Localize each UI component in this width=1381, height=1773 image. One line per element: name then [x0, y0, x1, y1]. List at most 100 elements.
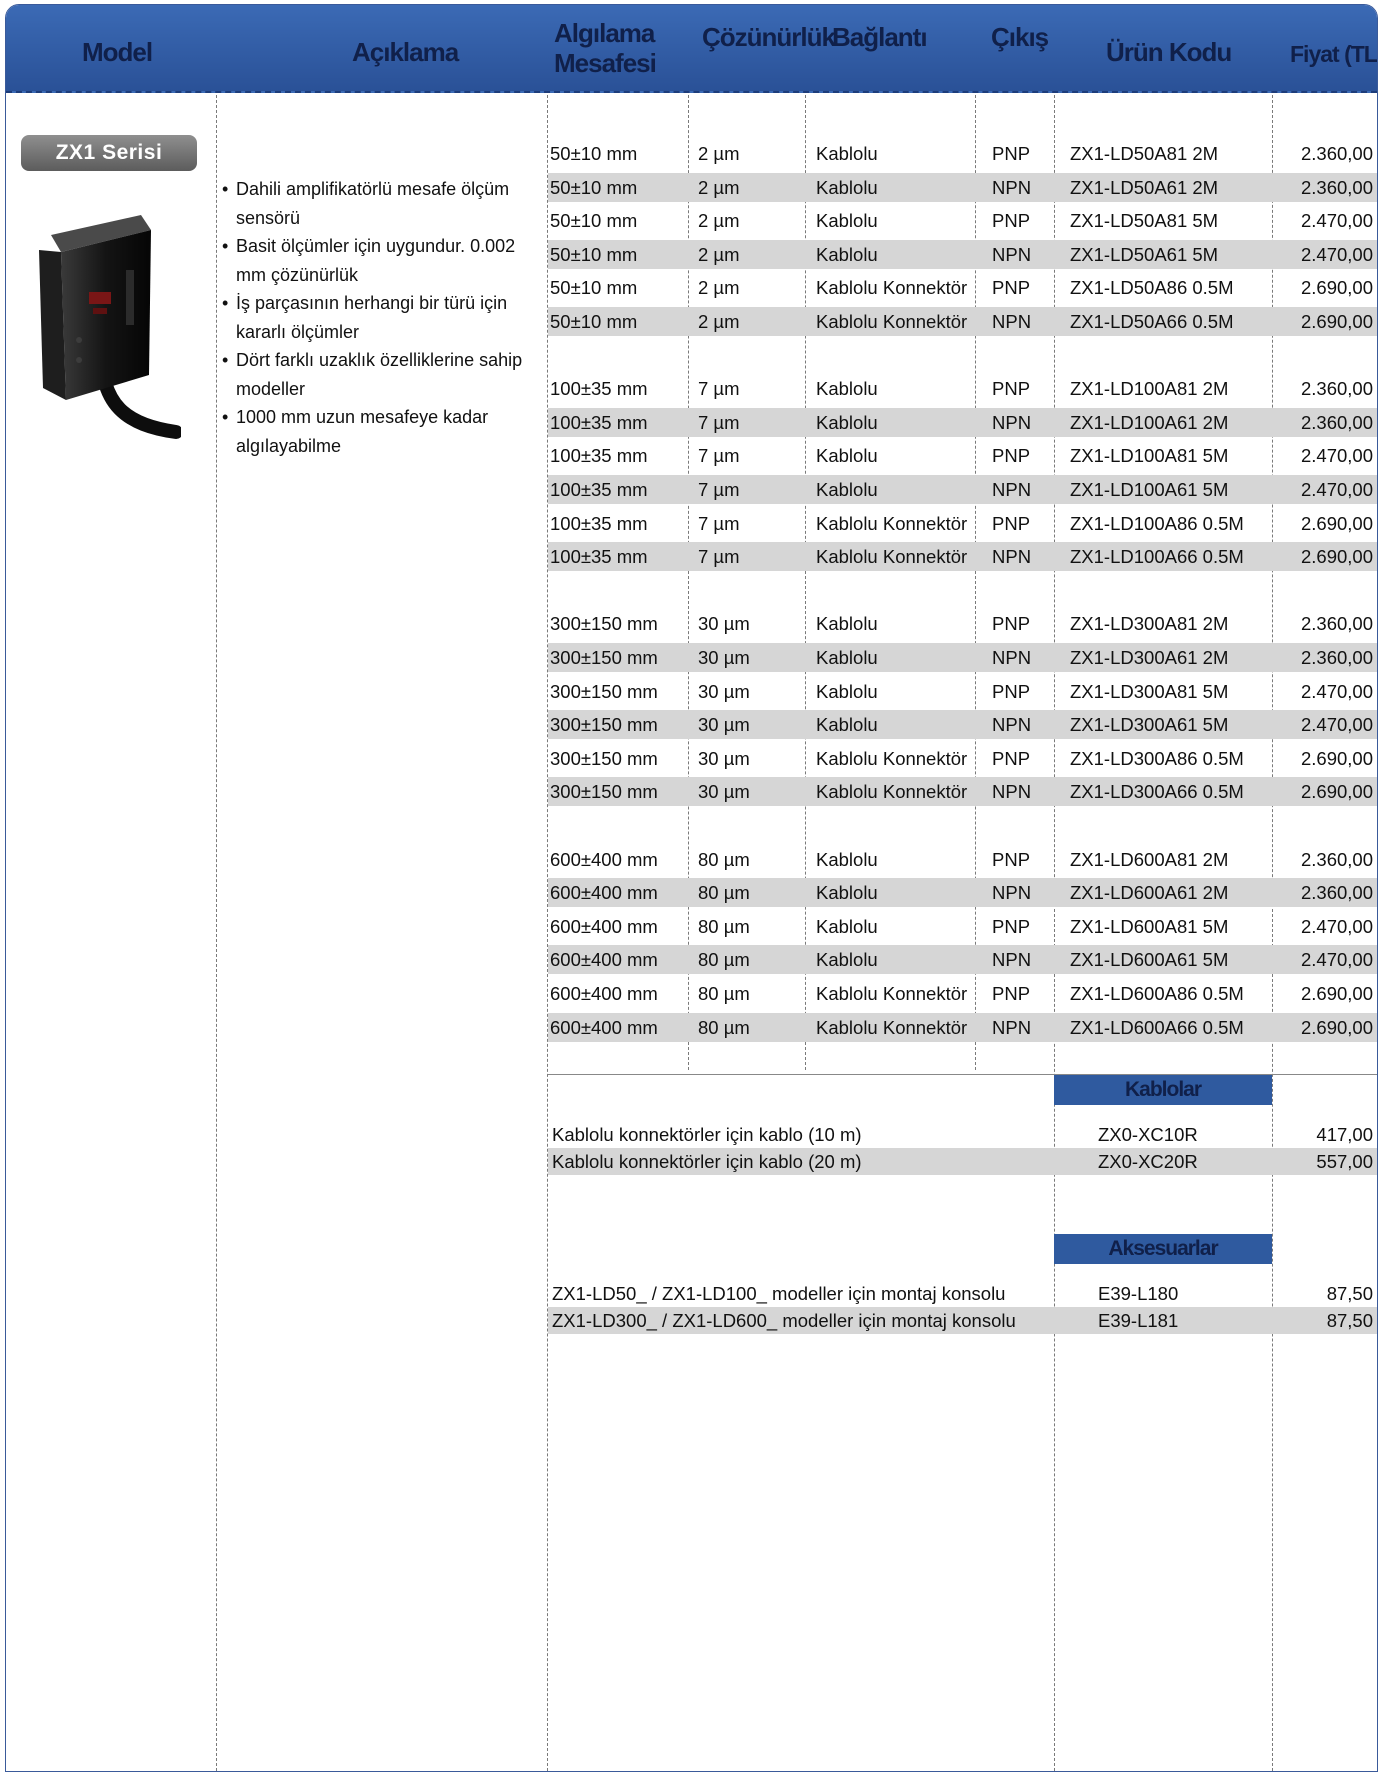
- cell-out: PNP: [992, 445, 1031, 467]
- cell-dist: 600±400 mm: [550, 949, 658, 971]
- header-algilama-line1: Algılama: [554, 18, 655, 48]
- cell-dist: 50±10 mm: [550, 311, 638, 332]
- cable-row: Kablolu konnektörler için kablo (20 m) Z…: [548, 1148, 1377, 1175]
- cell-code: ZX1-LD100A61 5M: [1070, 479, 1229, 500]
- table-row: 300±150 mm 30 µm Kablolu NPN ZX1-LD300A61 2M…: [548, 643, 1377, 672]
- cell-conn: Kablolu: [816, 848, 878, 870]
- series-badge: ZX1 Serisi: [21, 135, 197, 171]
- cell-code: ZX1-LD50A86 0.5M: [1070, 277, 1234, 299]
- cell-dist: 600±400 mm: [550, 848, 658, 870]
- cell-dist: 50±10 mm: [550, 210, 638, 232]
- cell-code: ZX1-LD300A86 0.5M: [1070, 747, 1244, 769]
- cell-code: ZX1-LD600A61 2M: [1070, 882, 1229, 904]
- cell-res: 80 µm: [698, 848, 750, 870]
- cell-price: 2.360,00: [1300, 848, 1373, 870]
- cell-res: 80 µm: [698, 983, 750, 1004]
- cell-out: PNP: [992, 143, 1031, 164]
- description-item: Basit ölçümler için uygundur. 0.002 mm ç…: [222, 232, 542, 289]
- cell-conn: Kablolu Konnektör: [816, 747, 968, 769]
- cables-section-title: Kablolar: [1054, 1075, 1272, 1105]
- cell-price: 2.360,00: [1300, 378, 1373, 400]
- cell-res: 2 µm: [698, 277, 740, 299]
- cell-res: 80 µm: [698, 949, 750, 971]
- table-row: 100±35 mm 7 µm Kablolu Konnektör NPN ZX1-LD1…: [548, 542, 1377, 572]
- cell-code: ZX1-LD50A61 2M: [1070, 176, 1219, 198]
- accessory-description: ZX1-LD300_ / ZX1-LD600_ modeller için mo…: [552, 1310, 1016, 1331]
- cell-dist: 300±150 mm: [550, 647, 658, 668]
- cell-dist: 50±10 mm: [550, 176, 638, 198]
- cell-conn: Kablolu Konnektör: [816, 983, 968, 1004]
- cell-res: 30 µm: [698, 680, 750, 702]
- cable-code: ZX0-XC10R: [1098, 1124, 1198, 1145]
- cell-res: 30 µm: [698, 747, 750, 769]
- column-divider-model: [216, 95, 217, 1771]
- cell-code: ZX1-LD50A61 5M: [1070, 243, 1219, 265]
- table-row: 600±400 mm 80 µm Kablolu Konnektör PNP ZX1-L…: [548, 979, 1377, 1008]
- cell-res: 7 µm: [698, 378, 740, 400]
- table-row: 50±10 mm 2 µm Kablolu NPN ZX1-LD50A61 5M 2.47…: [548, 239, 1377, 269]
- cell-out: PNP: [992, 277, 1031, 299]
- cell-code: ZX1-LD300A61 5M: [1070, 714, 1229, 736]
- cell-dist: 300±150 mm: [550, 781, 658, 803]
- cell-conn: Kablolu Konnektör: [816, 277, 968, 299]
- header-aciklama: Açıklama: [352, 37, 459, 67]
- cell-price: 2.470,00: [1300, 949, 1373, 971]
- cable-code: ZX0-XC20R: [1098, 1151, 1198, 1172]
- accessory-code: E39-L181: [1098, 1310, 1179, 1331]
- cell-code: ZX1-LD600A81 5M: [1070, 915, 1229, 937]
- cell-res: 7 µm: [698, 512, 740, 534]
- table-row: 100±35 mm 7 µm Kablolu PNP ZX1-LD100A81 2M 2.…: [548, 374, 1377, 403]
- cell-price: 2.470,00: [1300, 915, 1373, 937]
- cell-conn: Kablolu: [816, 613, 878, 635]
- cell-out: PNP: [992, 747, 1031, 769]
- accessory-row: ZX1-LD300_ / ZX1-LD600_ modeller için mo…: [548, 1307, 1377, 1334]
- cell-price: 2.690,00: [1300, 781, 1373, 803]
- cell-code: ZX1-LD100A86 0.5M: [1070, 512, 1244, 534]
- cell-price: 2.690,00: [1300, 983, 1373, 1004]
- table-row: 50±10 mm 2 µm Kablolu Konnektör PNP ZX1-LD50…: [548, 273, 1377, 302]
- cell-out: NPN: [992, 882, 1032, 904]
- accessory-price: 87,50: [1326, 1310, 1373, 1331]
- description-item: İş parçasının herhangi bir türü için kar…: [222, 289, 542, 346]
- cell-price: 2.470,00: [1300, 445, 1373, 467]
- cell-code: ZX1-LD600A61 5M: [1070, 949, 1229, 971]
- cell-out: PNP: [992, 210, 1031, 232]
- cell-conn: Kablolu: [816, 949, 878, 971]
- cell-res: 7 µm: [698, 546, 740, 568]
- table-row: 100±35 mm 7 µm Kablolu Konnektör PNP ZX1-LD1…: [548, 509, 1377, 538]
- cell-res: 2 µm: [698, 311, 740, 332]
- table-row: 300±150 mm 30 µm Kablolu NPN ZX1-LD300A61 5M…: [548, 710, 1377, 740]
- sensor-product-image: [39, 215, 181, 439]
- cell-conn: Kablolu Konnektör: [816, 1016, 968, 1038]
- cell-price: 2.690,00: [1300, 512, 1373, 534]
- accessory-description: ZX1-LD50_ / ZX1-LD100_ modeller için mon…: [552, 1283, 1006, 1304]
- cell-code: ZX1-LD100A81 2M: [1070, 378, 1229, 400]
- accessory-row: ZX1-LD50_ / ZX1-LD100_ modeller için mon…: [548, 1280, 1377, 1307]
- table-row: 100±35 mm 7 µm Kablolu NPN ZX1-LD100A61 2M 2.…: [548, 407, 1377, 437]
- cell-price: 2.690,00: [1300, 546, 1373, 568]
- table-row: 50±10 mm 2 µm Kablolu NPN ZX1-LD50A61 2M 2.36…: [548, 172, 1377, 202]
- header-urun-kodu: Ürün Kodu: [1106, 37, 1232, 67]
- cell-out: PNP: [992, 378, 1031, 400]
- cell-dist: 100±35 mm: [550, 445, 648, 467]
- cell-conn: Kablolu: [816, 479, 878, 500]
- description-item: 1000 mm uzun mesafeye kadar algılayabilm…: [222, 403, 542, 460]
- cell-res: 2 µm: [698, 143, 740, 164]
- table-row: 300±150 mm 30 µm Kablolu PNP ZX1-LD300A81 5M…: [548, 677, 1377, 706]
- cell-out: NPN: [992, 1016, 1032, 1038]
- cell-dist: 100±35 mm: [550, 378, 648, 400]
- cell-out: PNP: [992, 915, 1031, 937]
- cell-conn: Kablolu: [816, 176, 878, 198]
- cell-dist: 600±400 mm: [550, 882, 658, 904]
- cell-code: ZX1-LD50A81 5M: [1070, 210, 1219, 232]
- cell-res: 80 µm: [698, 915, 750, 937]
- cable-price: 557,00: [1316, 1151, 1373, 1172]
- cell-dist: 50±10 mm: [550, 243, 638, 265]
- cell-price: 2.470,00: [1300, 714, 1373, 736]
- cell-price: 2.690,00: [1300, 277, 1373, 299]
- cell-price: 2.470,00: [1300, 243, 1373, 265]
- cell-res: 30 µm: [698, 781, 750, 803]
- cell-dist: 50±10 mm: [550, 143, 638, 164]
- table-row: 600±400 mm 80 µm Kablolu PNP ZX1-LD600A81 2M…: [548, 845, 1377, 874]
- header-model: Model: [82, 37, 153, 67]
